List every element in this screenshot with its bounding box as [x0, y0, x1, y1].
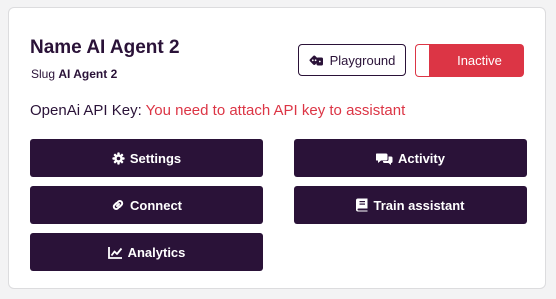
- status-label: Inactive: [457, 53, 502, 68]
- connect-label: Connect: [130, 197, 182, 213]
- book-icon: [356, 198, 368, 212]
- train-assistant-label: Train assistant: [373, 197, 465, 213]
- slug-label: Slug: [31, 67, 56, 81]
- api-key-warning: You need to attach API key to assistant: [145, 102, 406, 119]
- settings-button[interactable]: Settings: [30, 139, 263, 177]
- activity-button[interactable]: Activity: [294, 139, 527, 177]
- api-key-status: OpenAi API Key: You need to attach API k…: [30, 102, 405, 119]
- agent-title: Name AI Agent 2: [30, 37, 180, 58]
- playground-label: Playground: [329, 52, 396, 68]
- link-icon: [111, 198, 125, 212]
- settings-label: Settings: [129, 150, 182, 166]
- analytics-label: Analytics: [127, 244, 186, 260]
- playground-button[interactable]: Playground: [298, 44, 406, 76]
- comments-icon: [376, 152, 393, 165]
- train-assistant-button[interactable]: Train assistant: [294, 186, 527, 224]
- activity-label: Activity: [398, 150, 445, 166]
- status-toggle[interactable]: Inactive: [415, 44, 524, 77]
- toggle-knob: [416, 45, 429, 76]
- slug-value: AI Agent 2: [58, 67, 118, 81]
- gear-icon: [112, 151, 125, 165]
- api-key-label: OpenAi API Key:: [30, 102, 142, 119]
- agent-slug: Slug AI Agent 2: [31, 67, 117, 81]
- chart-line-icon: [107, 246, 123, 259]
- analytics-button[interactable]: Analytics: [30, 233, 263, 271]
- dice-icon: [309, 54, 324, 67]
- agent-card: Name AI Agent 2 Slug AI Agent 2 Playgrou…: [8, 7, 546, 289]
- connect-button[interactable]: Connect: [30, 186, 263, 224]
